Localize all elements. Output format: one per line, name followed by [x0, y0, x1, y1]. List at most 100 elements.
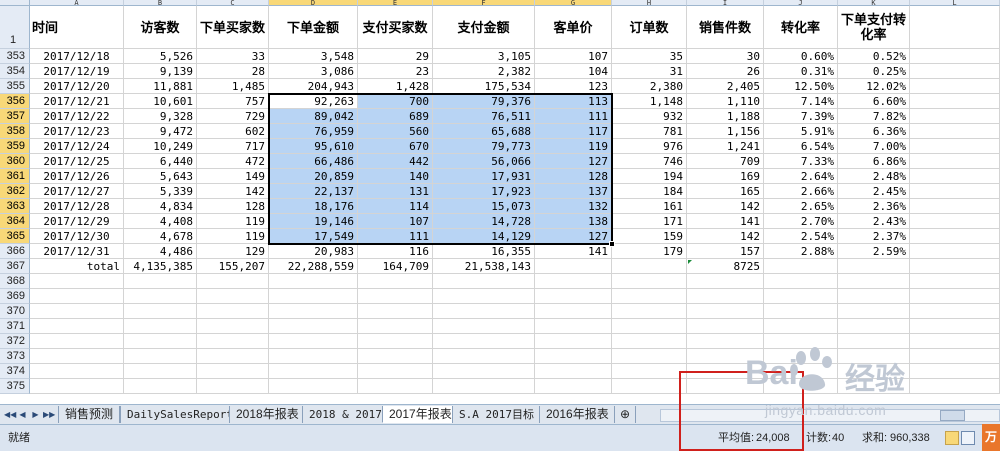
cell-k355[interactable]: 12.02% — [838, 79, 910, 94]
cell-l371[interactable] — [910, 319, 1000, 334]
cell-h365[interactable]: 159 — [612, 229, 687, 244]
cell-l375[interactable] — [910, 379, 1000, 394]
sheet-tab-2[interactable]: DailySalesReport — [120, 406, 240, 423]
cell-e364[interactable]: 107 — [358, 214, 433, 229]
cell-f364[interactable]: 14,728 — [433, 214, 535, 229]
cell-l364[interactable] — [910, 214, 1000, 229]
cell-a364[interactable]: 2017/12/29 — [30, 214, 124, 229]
cell-h358[interactable]: 781 — [612, 124, 687, 139]
cell-j354[interactable]: 0.31% — [764, 64, 838, 79]
cell-d355[interactable]: 204,943 — [269, 79, 358, 94]
cell-g362[interactable]: 137 — [535, 184, 612, 199]
row-number-370[interactable]: 370 — [0, 304, 30, 319]
cell-a361[interactable]: 2017/12/26 — [30, 169, 124, 184]
cell-i361[interactable]: 169 — [687, 169, 764, 184]
cell-f359[interactable]: 79,773 — [433, 139, 535, 154]
sheet-tab-7[interactable]: 2016年报表 — [539, 406, 616, 423]
cell-f360[interactable]: 56,066 — [433, 154, 535, 169]
row-number-362[interactable]: 362 — [0, 184, 30, 199]
cell-a368[interactable] — [30, 274, 124, 289]
cell-a365[interactable]: 2017/12/30 — [30, 229, 124, 244]
cell-l370[interactable] — [910, 304, 1000, 319]
horizontal-scroll-thumb[interactable] — [940, 410, 965, 421]
cell-d374[interactable] — [269, 364, 358, 379]
cell-d358[interactable]: 76,959 — [269, 124, 358, 139]
cell-l367[interactable] — [910, 259, 1000, 274]
cell-a366[interactable]: 2017/12/31 — [30, 244, 124, 259]
cell-d367[interactable]: 22,288,559 — [269, 259, 358, 274]
cell-g364[interactable]: 138 — [535, 214, 612, 229]
cell-l368[interactable] — [910, 274, 1000, 289]
sheet-tab-5[interactable]: 2017年报表 — [382, 406, 459, 423]
cell-d354[interactable]: 3,086 — [269, 64, 358, 79]
sheet-tab-3[interactable]: 2018年报表 — [229, 406, 306, 423]
cell-e366[interactable]: 116 — [358, 244, 433, 259]
row-number-353[interactable]: 353 — [0, 49, 30, 64]
cell-e363[interactable]: 114 — [358, 199, 433, 214]
cell-g371[interactable] — [535, 319, 612, 334]
cell-b353[interactable]: 5,526 — [124, 49, 197, 64]
cell-k369[interactable] — [838, 289, 910, 304]
cell-c363[interactable]: 128 — [197, 199, 269, 214]
cell-a375[interactable] — [30, 379, 124, 394]
cell-i358[interactable]: 1,156 — [687, 124, 764, 139]
cell-k367[interactable] — [838, 259, 910, 274]
cell-h354[interactable]: 31 — [612, 64, 687, 79]
cell-l363[interactable] — [910, 199, 1000, 214]
cell-l354[interactable] — [910, 64, 1000, 79]
cell-a372[interactable] — [30, 334, 124, 349]
cell-c365[interactable]: 119 — [197, 229, 269, 244]
cell-l361[interactable] — [910, 169, 1000, 184]
cell-c357[interactable]: 729 — [197, 109, 269, 124]
cell-b367[interactable]: 4,135,385 — [124, 259, 197, 274]
cell-d362[interactable]: 22,137 — [269, 184, 358, 199]
cell-i364[interactable]: 141 — [687, 214, 764, 229]
cell-i374[interactable] — [687, 364, 764, 379]
cell-g372[interactable] — [535, 334, 612, 349]
header-cell-h[interactable]: 订单数 — [612, 6, 687, 49]
cell-k358[interactable]: 6.36% — [838, 124, 910, 139]
spreadsheet-grid[interactable]: A B C D E F G H I J K L 1 时间 访客数 下单买家数 下单金额 支付买家数 支付金额 客单价订… — [0, 0, 1000, 404]
row-number-360[interactable]: 360 — [0, 154, 30, 169]
cell-b354[interactable]: 9,139 — [124, 64, 197, 79]
cell-h364[interactable]: 171 — [612, 214, 687, 229]
row-number-364[interactable]: 364 — [0, 214, 30, 229]
cell-h370[interactable] — [612, 304, 687, 319]
cell-i362[interactable]: 165 — [687, 184, 764, 199]
cell-b363[interactable]: 4,834 — [124, 199, 197, 214]
cell-a367[interactable]: total — [30, 259, 124, 274]
cell-a371[interactable] — [30, 319, 124, 334]
cell-f363[interactable]: 15,073 — [433, 199, 535, 214]
sheet-tab-1[interactable]: 销售预测 — [58, 406, 121, 423]
cell-d360[interactable]: 66,486 — [269, 154, 358, 169]
header-cell-l[interactable] — [910, 6, 1000, 49]
cell-i357[interactable]: 1,188 — [687, 109, 764, 124]
cell-f358[interactable]: 65,688 — [433, 124, 535, 139]
prev-sheet-icon[interactable]: ◀ — [17, 409, 28, 421]
row-number-375[interactable]: 375 — [0, 379, 30, 394]
row-number-372[interactable]: 372 — [0, 334, 30, 349]
cell-l355[interactable] — [910, 79, 1000, 94]
cell-e370[interactable] — [358, 304, 433, 319]
cell-a353[interactable]: 2017/12/18 — [30, 49, 124, 64]
cell-j355[interactable]: 12.50% — [764, 79, 838, 94]
cell-j359[interactable]: 6.54% — [764, 139, 838, 154]
cell-l373[interactable] — [910, 349, 1000, 364]
cell-i366[interactable]: 157 — [687, 244, 764, 259]
cell-g366[interactable]: 141 — [535, 244, 612, 259]
header-cell-f[interactable]: 支付金额 — [433, 6, 535, 49]
row-number-371[interactable]: 371 — [0, 319, 30, 334]
cell-k366[interactable]: 2.59% — [838, 244, 910, 259]
cell-i368[interactable] — [687, 274, 764, 289]
cell-i354[interactable]: 26 — [687, 64, 764, 79]
cell-b369[interactable] — [124, 289, 197, 304]
cell-c359[interactable]: 717 — [197, 139, 269, 154]
cell-e359[interactable]: 670 — [358, 139, 433, 154]
cell-f356[interactable]: 79,376 — [433, 94, 535, 109]
row-number-369[interactable]: 369 — [0, 289, 30, 304]
cell-e367[interactable]: 164,709 — [358, 259, 433, 274]
cell-a360[interactable]: 2017/12/25 — [30, 154, 124, 169]
cell-l366[interactable] — [910, 244, 1000, 259]
cell-d370[interactable] — [269, 304, 358, 319]
cell-a373[interactable] — [30, 349, 124, 364]
